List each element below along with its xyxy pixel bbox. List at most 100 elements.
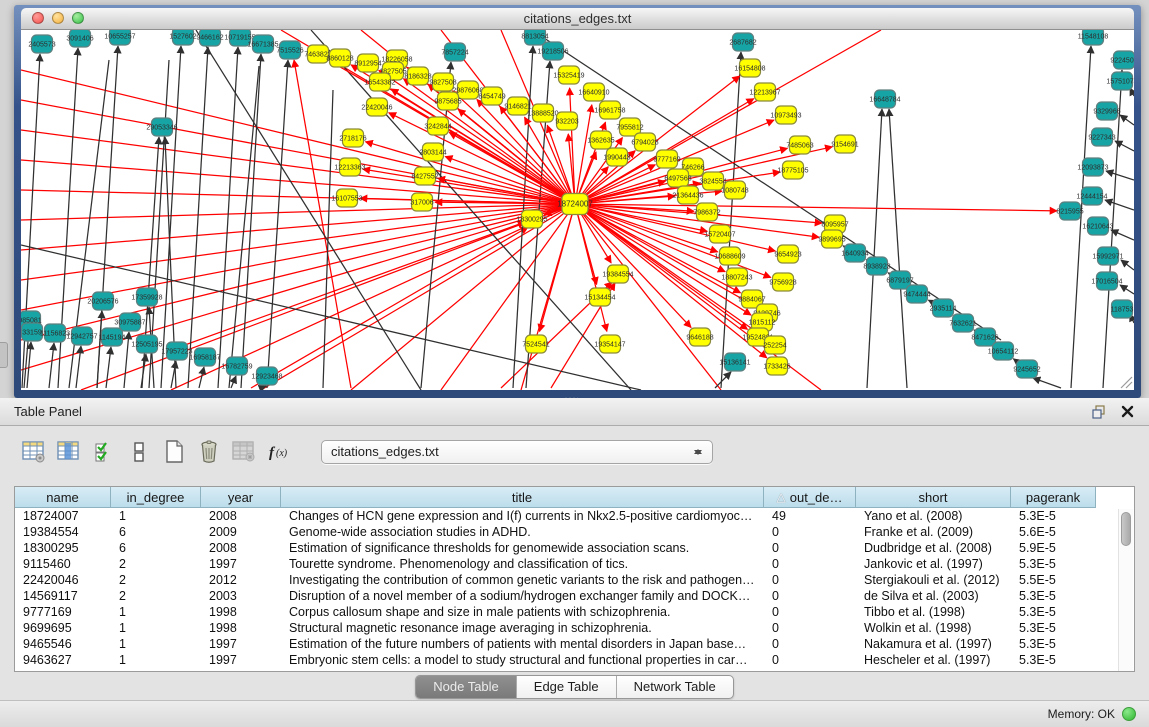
- network-node[interactable]: 29053346: [146, 118, 177, 136]
- network-edge[interactable]: [435, 202, 567, 204]
- network-node[interactable]: 16961758: [594, 101, 625, 119]
- network-edge[interactable]: [294, 60, 351, 388]
- network-node[interactable]: 8454749: [478, 87, 505, 105]
- tab-node-table[interactable]: Node Table: [416, 676, 516, 698]
- network-node[interactable]: 3091406: [66, 30, 93, 47]
- network-node[interactable]: 9777169: [653, 150, 680, 168]
- table-row[interactable]: 1872400712008Changes of HCN gene express…: [15, 508, 1134, 524]
- network-node[interactable]: 6794028: [631, 133, 658, 151]
- delete-columns-icon[interactable]: [195, 438, 222, 465]
- table-row[interactable]: 2242004622012Investigating the contribut…: [15, 572, 1134, 588]
- network-node[interactable]: 8912954: [354, 54, 381, 72]
- network-node[interactable]: 118753: [1111, 300, 1134, 318]
- network-node[interactable]: 6497568: [664, 169, 691, 187]
- network-node[interactable]: 9224509: [1110, 51, 1134, 69]
- network-node[interactable]: 20206576: [87, 292, 118, 310]
- collapsed-panel-handle[interactable]: [0, 342, 8, 368]
- table-vertical-scrollbar[interactable]: [1118, 509, 1133, 671]
- network-edge[interactable]: [582, 208, 740, 293]
- network-edge[interactable]: [1106, 171, 1134, 180]
- network-node[interactable]: 1362635: [587, 131, 614, 149]
- network-node[interactable]: 8813054: [521, 30, 548, 45]
- network-node[interactable]: 12505195: [131, 335, 162, 353]
- network-node[interactable]: 12213967: [749, 83, 780, 101]
- network-edge[interactable]: [715, 372, 731, 388]
- canvas-resize-grip[interactable]: [1121, 377, 1132, 388]
- network-node[interactable]: 12923468: [251, 367, 282, 385]
- network-node[interactable]: 15751074: [1106, 72, 1134, 90]
- network-edge[interactable]: [199, 367, 204, 388]
- column-header-name[interactable]: name: [15, 487, 111, 508]
- table-row[interactable]: 1830029562008Estimation of significance …: [15, 540, 1134, 556]
- network-edge[interactable]: [889, 109, 907, 388]
- network-node[interactable]: 9329966: [1093, 102, 1120, 120]
- network-node[interactable]: 16648784: [869, 90, 900, 108]
- network-node[interactable]: 7986372: [693, 203, 720, 221]
- network-edge[interactable]: [188, 47, 208, 388]
- network-node[interactable]: 9646188: [686, 328, 713, 346]
- network-node[interactable]: 17359928: [131, 288, 162, 306]
- network-edge[interactable]: [161, 46, 181, 388]
- tab-edge-table[interactable]: Edge Table: [516, 676, 616, 698]
- network-node[interactable]: 9474444: [903, 285, 930, 303]
- network-edge[interactable]: [106, 347, 111, 388]
- network-node[interactable]: 9227343: [1088, 128, 1115, 146]
- network-node[interactable]: 8427552: [411, 167, 438, 185]
- network-node[interactable]: 7485063: [786, 136, 813, 154]
- network-edge[interactable]: [1121, 260, 1134, 270]
- network-node[interactable]: 16782759: [221, 357, 252, 375]
- network-node[interactable]: 15136141: [719, 353, 750, 371]
- network-node[interactable]: 7632621: [949, 314, 976, 332]
- network-edge[interactable]: [218, 47, 238, 388]
- network-edge[interactable]: [21, 204, 575, 220]
- network-node[interactable]: 9654923: [774, 245, 801, 263]
- close-button[interactable]: [32, 12, 44, 24]
- table-row[interactable]: 946554611997Estimation of the future num…: [15, 636, 1134, 652]
- network-node[interactable]: 3242844: [424, 117, 451, 135]
- network-node[interactable]: 19384554: [602, 265, 633, 283]
- function-builder-icon[interactable]: f(x): [265, 438, 297, 465]
- network-node[interactable]: 1080748: [721, 181, 748, 199]
- column-header-title[interactable]: title: [281, 487, 764, 508]
- network-edge[interactable]: [1111, 230, 1134, 240]
- network-node[interactable]: 1733426: [763, 357, 790, 375]
- network-node[interactable]: 1990443: [603, 148, 630, 166]
- tab-network-table[interactable]: Network Table: [616, 676, 733, 698]
- network-window-titlebar[interactable]: citations_edges.txt: [21, 8, 1134, 30]
- network-node[interactable]: 2405573: [28, 35, 55, 53]
- network-edge[interactable]: [1105, 200, 1134, 210]
- network-node[interactable]: 8186328: [404, 67, 431, 85]
- network-node[interactable]: 2935114: [930, 299, 957, 317]
- network-canvas[interactable]: 1872400774638228860128891295418226058182…: [21, 30, 1134, 390]
- table-row[interactable]: 911546021997Tourette syndrome. Phenomeno…: [15, 556, 1134, 572]
- network-node[interactable]: 10688609: [714, 247, 745, 265]
- network-node[interactable]: 18807243: [721, 268, 752, 286]
- network-edge[interactable]: [251, 227, 528, 388]
- network-node[interactable]: 9466162: [196, 30, 223, 46]
- table-row[interactable]: 977716911998Corpus callosum shape and si…: [15, 604, 1134, 620]
- network-node[interactable]: 9154691: [831, 135, 858, 153]
- network-node[interactable]: 16107553: [331, 189, 362, 207]
- network-node[interactable]: 11548108: [1078, 30, 1109, 45]
- network-node[interactable]: 7524541: [522, 335, 549, 353]
- network-node[interactable]: 2687682: [729, 33, 756, 51]
- network-edge[interactable]: [575, 30, 881, 204]
- network-node[interactable]: 15992971: [1092, 247, 1123, 265]
- network-node[interactable]: 12444154: [1076, 187, 1107, 205]
- network-node[interactable]: 13888520: [527, 104, 558, 122]
- network-node[interactable]: 317006: [410, 193, 433, 211]
- network-node[interactable]: 17016504: [1091, 272, 1122, 290]
- network-node[interactable]: 12093873: [1077, 158, 1108, 176]
- table-selector-dropdown[interactable]: citations_edges.txt: [321, 440, 713, 464]
- network-node[interactable]: 8215955: [1056, 202, 1083, 220]
- select-all-icon[interactable]: [90, 438, 117, 465]
- network-node[interactable]: 8860128: [326, 49, 353, 67]
- row-selector-icon[interactable]: [125, 438, 152, 465]
- network-edge[interactable]: [867, 109, 882, 388]
- close-panel-icon[interactable]: [1117, 403, 1137, 421]
- network-node[interactable]: 7857224: [441, 43, 468, 61]
- delete-table-icon[interactable]: [230, 438, 257, 465]
- table-row[interactable]: 969969511998Structural magnetic resonanc…: [15, 620, 1134, 636]
- new-table-icon[interactable]: [160, 438, 187, 465]
- network-node[interactable]: 16210643: [1082, 217, 1113, 235]
